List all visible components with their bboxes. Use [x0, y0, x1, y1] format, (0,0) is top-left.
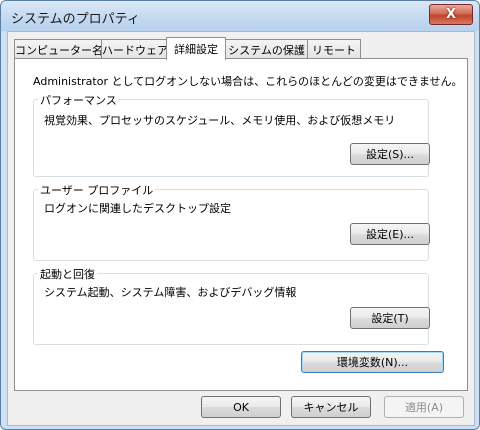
- close-button[interactable]: X: [429, 4, 473, 25]
- tab-label: システムの保護: [228, 43, 305, 57]
- button-label: 設定(T): [371, 312, 409, 325]
- user-profiles-group: ユーザー プロファイル ログオンに関連したデスクトップ設定 設定(E)...: [33, 182, 430, 261]
- advanced-tab-panel: Administrator としてログオンしない場合は、これらのほとんどの変更は…: [14, 58, 468, 391]
- tab-label: 詳細設定: [174, 43, 218, 56]
- title-bar[interactable]: システムのプロパティ X: [1, 1, 479, 31]
- tab-hardware[interactable]: ハードウェア: [101, 39, 169, 59]
- performance-settings-button[interactable]: 設定(S)...: [350, 143, 430, 165]
- close-icon: X: [445, 7, 457, 22]
- admin-notice-text: Administrator としてログオンしない場合は、これらのほとんどの変更は…: [33, 75, 463, 88]
- startup-recovery-settings-button[interactable]: 設定(T): [350, 307, 430, 329]
- button-label: 設定(E)...: [365, 228, 415, 241]
- tab-label: ハードウェア: [102, 43, 168, 57]
- startup-recovery-group-title: 起動と回復: [38, 266, 97, 282]
- button-label: 設定(S)...: [365, 148, 415, 161]
- startup-recovery-group: 起動と回復 システム起動、システム障害、およびデバッグ情報 設定(T): [33, 266, 430, 345]
- user-profiles-group-title: ユーザー プロファイル: [38, 182, 156, 198]
- performance-group: パフォーマンス 視覚効果、プロセッサのスケジュール、メモリ使用、および仮想メモリ…: [33, 92, 430, 177]
- user-profiles-settings-button[interactable]: 設定(E)...: [350, 223, 430, 245]
- button-label: キャンセル: [303, 401, 359, 414]
- dialog-body: コンピューター名 ハードウェア 詳細設定 システムの保護 リモート Admini…: [7, 31, 475, 426]
- tab-label: リモート: [312, 43, 356, 57]
- tab-label: コンピューター名: [15, 43, 103, 57]
- performance-group-title: パフォーマンス: [38, 92, 119, 108]
- user-profiles-description: ログオンに関連したデスクトップ設定: [44, 202, 231, 215]
- tab-advanced[interactable]: 詳細設定: [166, 37, 226, 60]
- tab-remote[interactable]: リモート: [307, 39, 361, 59]
- ok-button[interactable]: OK: [201, 396, 281, 418]
- window-title: システムのプロパティ: [11, 12, 140, 27]
- environment-variables-button[interactable]: 環境変数(N)...: [301, 351, 444, 373]
- tab-computer-name[interactable]: コンピューター名: [14, 39, 104, 59]
- apply-button[interactable]: 適用(A): [384, 396, 464, 418]
- startup-recovery-description: システム起動、システム障害、およびデバッグ情報: [44, 286, 297, 299]
- button-label: OK: [233, 400, 249, 414]
- performance-description: 視覚効果、プロセッサのスケジュール、メモリ使用、および仮想メモリ: [44, 114, 396, 127]
- system-properties-window: システムのプロパティ X コンピューター名 ハードウェア 詳細設定 システムの保…: [0, 0, 480, 430]
- cancel-button[interactable]: キャンセル: [291, 396, 371, 418]
- button-label: 適用(A): [404, 401, 444, 414]
- tab-system-protection[interactable]: システムの保護: [223, 39, 310, 59]
- button-label: 環境変数(N)...: [336, 356, 409, 369]
